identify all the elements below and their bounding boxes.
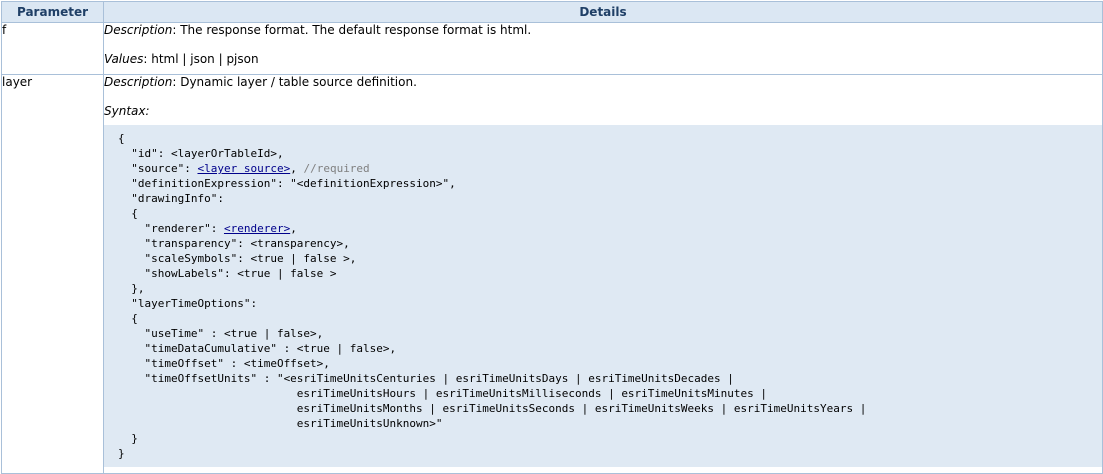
description-label: Description	[104, 75, 173, 89]
description-line: Description: Dynamic layer / table sourc…	[104, 75, 1102, 90]
values-line: Values: html | json | pjson	[104, 52, 1102, 67]
param-details-layer: Description: Dynamic layer / table sourc…	[103, 74, 1103, 474]
description-label: Description	[104, 23, 173, 37]
values-label: Values	[104, 52, 144, 66]
param-details-f: Description: The response format. The de…	[103, 22, 1103, 75]
renderer-link[interactable]: <renderer>	[224, 222, 290, 235]
header-details: Details	[103, 1, 1103, 23]
required-comment: //required	[303, 162, 370, 175]
param-name-f: f	[1, 22, 104, 75]
param-name-layer: layer	[1, 74, 104, 474]
description-line: Description: The response format. The de…	[104, 23, 1102, 38]
table-row: layer Description: Dynamic layer / table…	[1, 74, 1103, 474]
parameters-table: Parameter Details f Description: The res…	[1, 1, 1103, 474]
description-text: : Dynamic layer / table source definitio…	[172, 75, 417, 89]
header-row: Parameter Details	[1, 1, 1103, 23]
values-text: : html | json | pjson	[143, 52, 259, 66]
description-text: : The response format. The default respo…	[172, 23, 532, 37]
syntax-label: Syntax:	[104, 104, 150, 118]
header-parameter: Parameter	[1, 1, 104, 23]
table-row: f Description: The response format. The …	[1, 22, 1103, 75]
layer-source-link[interactable]: <layer source>	[197, 162, 290, 175]
syntax-code-block: { "id": <layerOrTableId>, "source": <lay…	[104, 125, 1102, 467]
